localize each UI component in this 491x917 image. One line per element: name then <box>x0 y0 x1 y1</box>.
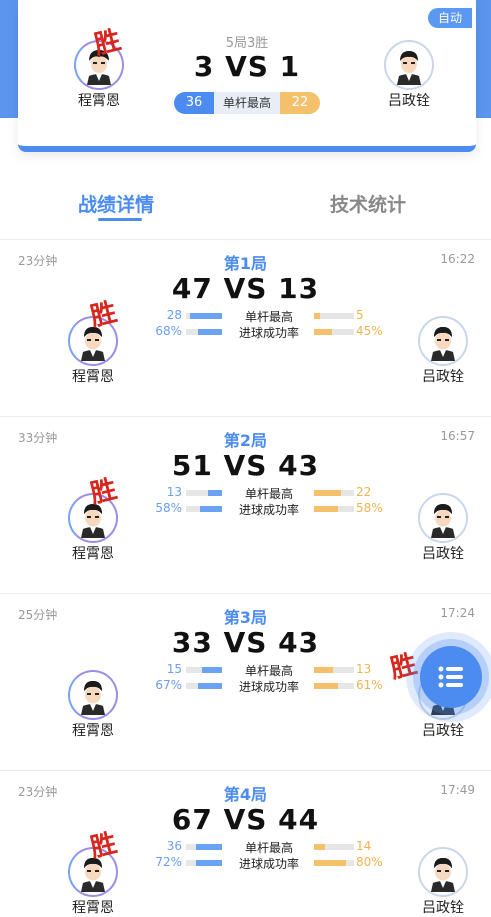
best-break-left-bar <box>186 490 222 496</box>
player-portrait-icon <box>397 51 421 85</box>
player-name: 吕政铨 <box>422 369 464 385</box>
tab-technical-stats[interactable]: 技术统计 <box>330 190 406 217</box>
pot-rate-right-value: 61% <box>356 678 383 692</box>
game-score: 47 VS 13 <box>171 272 320 305</box>
player-portrait-icon <box>431 327 455 361</box>
stat-row-best-break: 15 单杆最高 13 <box>150 662 390 678</box>
pot-rate-right-bar <box>314 683 354 689</box>
game-title: 第2局 <box>223 431 268 450</box>
player-portrait-icon <box>431 504 455 538</box>
mode-badge[interactable]: 自动 <box>427 8 472 28</box>
game-title: 第1局 <box>223 254 268 273</box>
game-player-right[interactable]: 吕政铨 <box>408 316 478 386</box>
player-name: 程霄恩 <box>72 900 114 916</box>
best-break-right-bar <box>314 313 354 319</box>
game-player-right[interactable]: 吕政铨 <box>408 493 478 563</box>
best-break-label: 单杆最高 <box>214 92 280 114</box>
pot-rate-right-bar <box>314 329 354 335</box>
game-player-right[interactable]: 吕政铨 <box>408 847 478 917</box>
game-time: 16:57 <box>440 429 475 443</box>
game-player-left[interactable]: 程霄恩 <box>58 670 128 740</box>
player-name: 吕政铨 <box>422 546 464 562</box>
stat-row-pot-rate: 68% 进球成功率 45% <box>150 324 390 340</box>
player-avatar <box>68 670 118 720</box>
best-break-left-value: 15 <box>166 662 182 676</box>
best-break-label: 单杆最高 <box>244 310 293 324</box>
best-break-right-bar <box>314 490 354 496</box>
game-score: 51 VS 43 <box>171 449 320 482</box>
best-break-right-bar <box>314 844 354 850</box>
stat-row-pot-rate: 67% 进球成功率 61% <box>150 678 390 694</box>
match-summary-card: 自动 程霄恩 胜 5局3胜 3 VS 1 36 单杆最高 22 吕政铨 <box>18 0 476 152</box>
tab-bar: 战绩详情 技术统计 <box>0 180 491 228</box>
pot-rate-left-value: 58% <box>155 501 182 515</box>
player-name: 程霄恩 <box>72 546 114 562</box>
best-break-left: 36 <box>174 92 214 114</box>
stat-row-best-break: 36 单杆最高 14 <box>150 839 390 855</box>
game-title: 第4局 <box>223 785 268 804</box>
player-name: 程霄恩 <box>72 369 114 385</box>
best-break-label: 单杆最高 <box>244 487 293 501</box>
player-name: 程霄恩 <box>72 723 114 739</box>
pot-rate-left-bar <box>186 506 222 512</box>
best-break-comparison: 36 单杆最高 22 <box>174 92 320 114</box>
menu-fab-button[interactable] <box>420 646 482 708</box>
player-portrait-icon <box>431 858 455 892</box>
player-name: 吕政铨 <box>422 900 464 916</box>
pot-rate-left-bar <box>186 683 222 689</box>
pot-rate-right-value: 58% <box>356 501 383 515</box>
match-detail-page: 自动 程霄恩 胜 5局3胜 3 VS 1 36 单杆最高 22 吕政铨 战绩详情… <box>0 0 491 917</box>
game-card[interactable]: 33分钟 第2局 16:57 51 VS 43 13 单杆最高 22 58% 进球成功率 58% 程… <box>0 417 491 594</box>
pot-rate-left-value: 68% <box>155 324 182 338</box>
pot-rate-right-value: 80% <box>356 855 383 869</box>
best-break-left-bar <box>186 313 222 319</box>
player-avatar <box>384 40 434 90</box>
best-break-right-value: 5 <box>356 308 364 322</box>
player-name: 吕政铨 <box>422 723 464 739</box>
player-name: 吕政铨 <box>388 93 430 109</box>
game-time: 17:49 <box>440 783 475 797</box>
player-name: 程霄恩 <box>78 93 120 109</box>
game-title: 第3局 <box>223 608 268 627</box>
pot-rate-label: 进球成功率 <box>238 503 299 517</box>
stat-row-pot-rate: 72% 进球成功率 80% <box>150 855 390 871</box>
best-break-left-value: 28 <box>166 308 182 322</box>
best-break-label: 单杆最高 <box>244 664 293 678</box>
pot-rate-right-value: 45% <box>356 324 383 338</box>
game-score: 67 VS 44 <box>171 803 320 836</box>
stat-row-best-break: 28 单杆最高 5 <box>150 308 390 324</box>
best-break-right-bar <box>314 667 354 673</box>
best-break-left-bar <box>186 844 222 850</box>
pot-rate-left-value: 67% <box>155 678 182 692</box>
active-tab-indicator <box>98 218 142 221</box>
player-avatar <box>418 316 468 366</box>
best-break-right-value: 22 <box>356 485 372 499</box>
summary-player-right[interactable]: 吕政铨 <box>374 40 444 110</box>
game-time: 16:22 <box>440 252 475 266</box>
best-break-left-bar <box>186 667 222 673</box>
best-break-right: 22 <box>280 92 320 114</box>
best-break-left-value: 36 <box>166 839 182 853</box>
best-break-right-value: 14 <box>356 839 372 853</box>
pot-rate-label: 进球成功率 <box>238 326 299 340</box>
list-menu-icon <box>438 666 463 688</box>
pot-rate-left-bar <box>186 860 222 866</box>
best-break-left-value: 13 <box>166 485 182 499</box>
stat-row-pot-rate: 58% 进球成功率 58% <box>150 501 390 517</box>
pot-rate-right-bar <box>314 506 354 512</box>
best-break-label: 单杆最高 <box>244 841 293 855</box>
player-portrait-icon <box>81 681 105 715</box>
tab-match-details[interactable]: 战绩详情 <box>78 190 154 217</box>
game-card[interactable]: 23分钟 第4局 17:49 67 VS 44 36 单杆最高 14 72% 进球成功率 80% 程… <box>0 771 491 917</box>
pot-rate-label: 进球成功率 <box>238 857 299 871</box>
pot-rate-left-bar <box>186 329 222 335</box>
stat-row-best-break: 13 单杆最高 22 <box>150 485 390 501</box>
pot-rate-left-value: 72% <box>155 855 182 869</box>
player-avatar <box>418 847 468 897</box>
game-time: 17:24 <box>440 606 475 620</box>
player-avatar <box>418 493 468 543</box>
pot-rate-right-bar <box>314 860 354 866</box>
pot-rate-label: 进球成功率 <box>238 680 299 694</box>
game-card[interactable]: 23分钟 第1局 16:22 47 VS 13 28 单杆最高 5 68% 进球成功率 45% 程霄… <box>0 240 491 417</box>
